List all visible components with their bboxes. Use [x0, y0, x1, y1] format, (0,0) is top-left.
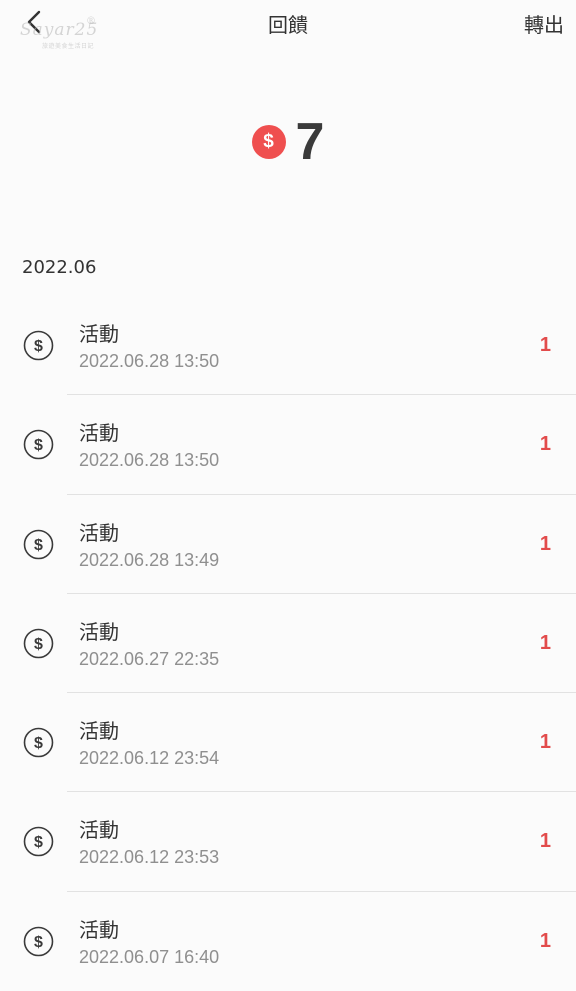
transaction-time: 2022.06.12 23:54 [79, 748, 220, 769]
transaction-row[interactable]: $ 活動 2022.06.28 13:49 1 [0, 495, 576, 594]
transaction-amount: 1 [539, 433, 551, 456]
dollar-coin-icon: $ [23, 330, 54, 361]
svg-text:$: $ [34, 834, 43, 851]
dollar-coin-icon: $ [23, 429, 54, 460]
transaction-amount: 1 [539, 731, 551, 754]
transaction-amount: 1 [539, 532, 551, 555]
transaction-time: 2022.06.28 13:50 [79, 450, 220, 471]
svg-text:$: $ [34, 338, 43, 355]
transaction-row[interactable]: $ 活動 2022.06.12 23:53 1 [0, 792, 576, 892]
dollar-coin-icon: $ [23, 926, 54, 957]
watermark-logo: Sayar25 ® 旅遊美食生活日記 [18, 16, 110, 54]
month-header: 2022.06 [22, 257, 97, 278]
transaction-row[interactable]: $ 活動 2022.06.12 23:54 1 [0, 693, 576, 793]
transaction-title: 活動 [79, 520, 119, 545]
transaction-time: 2022.06.07 16:40 [79, 946, 220, 967]
transaction-time: 2022.06.12 23:53 [79, 847, 220, 868]
balance-value: 7 [295, 113, 325, 171]
transaction-amount: 1 [539, 334, 551, 356]
transaction-amount: 1 [539, 631, 551, 654]
transaction-title: 活動 [79, 322, 119, 346]
transaction-time: 2022.06.28 13:50 [79, 351, 220, 371]
transaction-title: 活動 [79, 619, 119, 644]
transaction-title: 活動 [79, 917, 119, 942]
dollar-coin-icon: $ [23, 529, 54, 559]
svg-text:$: $ [34, 537, 43, 554]
watermark-subtext: 旅遊美食生活日記 [42, 43, 95, 50]
transaction-amount: 1 [539, 830, 551, 853]
dollar-coin-icon: $ [23, 628, 54, 659]
watermark-registered-mark: ® [86, 16, 96, 27]
transaction-list: $ 活動 2022.06.28 13:50 1 $ 活動 2022.06.28 … [0, 296, 576, 991]
transaction-title: 活動 [79, 818, 119, 843]
svg-text:$: $ [34, 735, 43, 752]
dollar-coin-icon: $ [23, 827, 54, 857]
transaction-row[interactable]: $ 活動 2022.06.07 16:40 1 [0, 892, 576, 991]
transaction-row[interactable]: $ 活動 2022.06.28 13:50 1 [0, 296, 576, 396]
transaction-amount: 1 [539, 929, 551, 952]
svg-text:$: $ [34, 934, 43, 951]
transaction-title: 活動 [79, 421, 119, 446]
svg-text:$: $ [34, 636, 43, 653]
transaction-time: 2022.06.27 22:35 [79, 648, 220, 669]
balance-summary: $ 7 [0, 112, 576, 176]
dollar-badge-icon: $ [251, 125, 286, 159]
transaction-time: 2022.06.28 13:49 [79, 549, 220, 570]
svg-text:$: $ [34, 437, 43, 454]
transfer-out-button[interactable]: 轉出 [524, 9, 564, 38]
transaction-row[interactable]: $ 活動 2022.06.28 13:50 1 [0, 395, 576, 495]
transaction-title: 活動 [79, 719, 119, 744]
transaction-row[interactable]: $ 活動 2022.06.27 22:35 1 [0, 594, 576, 694]
dollar-coin-icon: $ [23, 727, 54, 758]
